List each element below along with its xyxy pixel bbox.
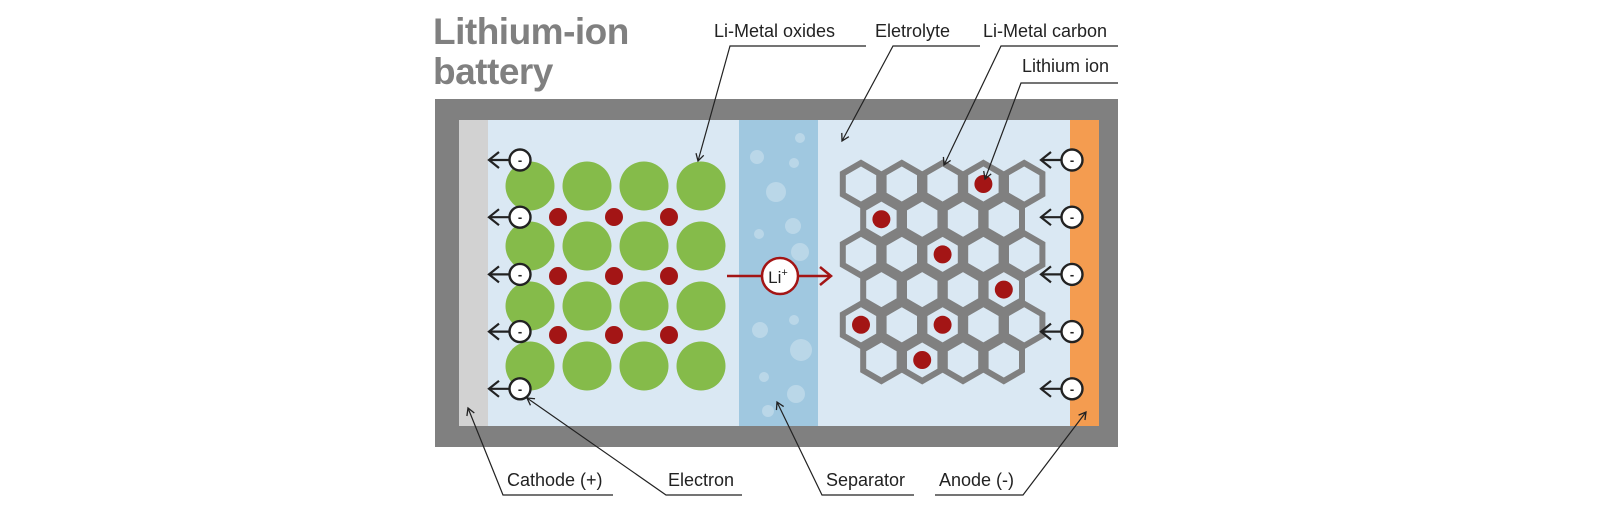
lithium-ion: [549, 326, 567, 344]
electrolyte-bubble: [766, 182, 786, 202]
label-text: Lithium ion: [1022, 56, 1109, 76]
electron-symbol: -: [1070, 324, 1074, 339]
cathode-plate: [459, 120, 488, 426]
lithium-ion: [605, 208, 623, 226]
oxide-sphere: [562, 341, 612, 391]
electrolyte-bubble: [787, 385, 805, 403]
lithium-ion: [549, 267, 567, 285]
lithium-ion: [852, 315, 870, 334]
lithium-ion: [994, 280, 1013, 299]
battery-svg: ----- ----- Li+ Li-Metal oxides Eletroly…: [435, 21, 1118, 496]
lithium-ion: [933, 245, 952, 264]
electrolyte-bubble: [785, 218, 801, 234]
lithium-ion: [913, 351, 932, 369]
electrolyte-bubble: [790, 339, 812, 361]
electrolyte-bubble: [750, 150, 764, 164]
oxide-sphere: [562, 221, 612, 271]
lithium-ion: [549, 208, 567, 226]
lithium-ion: [974, 175, 993, 193]
label-text: Li-Metal carbon: [983, 21, 1107, 41]
lithium-ion: [660, 326, 678, 344]
oxide-sphere: [505, 221, 555, 271]
label-text: Electron: [668, 470, 734, 490]
oxide-sphere: [676, 341, 726, 391]
lithium-ion: [605, 267, 623, 285]
electron-symbol: -: [518, 153, 522, 168]
oxide-sphere: [619, 161, 669, 211]
oxide-sphere: [676, 161, 726, 211]
electrolyte-bubble: [789, 158, 799, 168]
oxide-sphere: [676, 221, 726, 271]
label-text: Separator: [826, 470, 905, 490]
electrolyte-bubble: [759, 372, 769, 382]
oxide-sphere: [562, 281, 612, 331]
electron-symbol: -: [1070, 210, 1074, 225]
oxide-sphere: [676, 281, 726, 331]
electrolyte-bubble: [795, 133, 805, 143]
oxide-sphere: [619, 341, 669, 391]
electron-symbol: -: [518, 381, 522, 396]
oxide-sphere: [619, 221, 669, 271]
electrolyte-bubble: [752, 322, 768, 338]
label-text: Cathode (+): [507, 470, 603, 490]
electron-symbol: -: [518, 267, 522, 282]
lithium-ion: [660, 267, 678, 285]
lithium-ion: [872, 210, 891, 229]
electron-symbol: -: [518, 324, 522, 339]
label-text: Eletrolyte: [875, 21, 950, 41]
electron-symbol: -: [1070, 153, 1074, 168]
electrolyte-bubble: [754, 229, 764, 239]
electron-symbol: -: [1070, 267, 1074, 282]
oxide-sphere: [562, 161, 612, 211]
lithium-ion: [933, 315, 952, 334]
electrolyte-bubble: [762, 405, 774, 417]
oxide-sphere: [619, 281, 669, 331]
lithium-ion: [660, 208, 678, 226]
lithium-ion-battery-diagram: Lithium-ion battery ----- ----- Li+ Li-M…: [0, 0, 1600, 516]
label-text: Anode (-): [939, 470, 1014, 490]
electron-symbol: -: [518, 210, 522, 225]
electrolyte-bubble: [789, 315, 799, 325]
lithium-ion: [605, 326, 623, 344]
label-text: Li-Metal oxides: [714, 21, 835, 41]
electrolyte-bubble: [791, 243, 809, 261]
electron-symbol: -: [1070, 381, 1074, 396]
